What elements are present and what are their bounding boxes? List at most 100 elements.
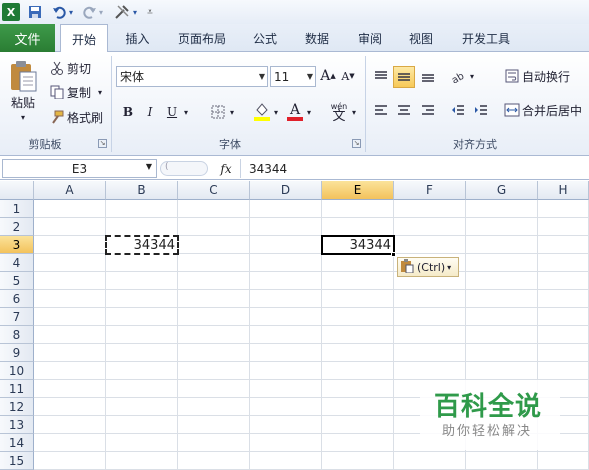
- shrink-font-button[interactable]: A ▼: [340, 66, 356, 86]
- cell-e15[interactable]: [322, 452, 394, 470]
- paste-options-button[interactable]: (Ctrl) ▾: [397, 257, 459, 277]
- font-size-combo[interactable]: 11 ▼: [270, 66, 316, 87]
- row-header-6[interactable]: 6: [0, 290, 34, 308]
- increase-indent-icon[interactable]: [471, 100, 491, 120]
- fill-dropdown-icon[interactable]: ▾: [272, 106, 280, 118]
- cell-a7[interactable]: [34, 308, 106, 326]
- tab-file[interactable]: 文件: [0, 24, 55, 52]
- cell-h5[interactable]: [538, 272, 589, 290]
- cell-d5[interactable]: [250, 272, 322, 290]
- cell-a6[interactable]: [34, 290, 106, 308]
- font-name-combo[interactable]: 宋体 ▼: [116, 66, 268, 87]
- cell-h4[interactable]: [538, 254, 589, 272]
- cell-d15[interactable]: [250, 452, 322, 470]
- cut-button[interactable]: 剪切: [67, 61, 95, 76]
- underline-button[interactable]: U: [163, 102, 181, 122]
- copy-dropdown-icon[interactable]: ▾: [96, 87, 104, 97]
- orientation-icon[interactable]: ab: [448, 66, 468, 86]
- row-header-9[interactable]: 9: [0, 344, 34, 362]
- align-top-icon[interactable]: [371, 66, 391, 86]
- cell-e10[interactable]: [322, 362, 394, 380]
- row-header-5[interactable]: 5: [0, 272, 34, 290]
- cell-d4[interactable]: [250, 254, 322, 272]
- customize-icon[interactable]: ⩡: [141, 3, 159, 21]
- column-header-g[interactable]: G: [466, 181, 538, 200]
- cell-a15[interactable]: [34, 452, 106, 470]
- tools-icon[interactable]: [113, 3, 131, 21]
- cell-d11[interactable]: [250, 380, 322, 398]
- cell-b5[interactable]: [106, 272, 178, 290]
- cell-a10[interactable]: [34, 362, 106, 380]
- tab-view[interactable]: 视图: [400, 24, 442, 52]
- cell-c3[interactable]: [178, 236, 250, 254]
- tab-insert[interactable]: 插入: [115, 24, 160, 52]
- cell-e5[interactable]: [322, 272, 394, 290]
- cell-b6[interactable]: [106, 290, 178, 308]
- cell-a1[interactable]: [34, 200, 106, 218]
- column-header-f[interactable]: F: [394, 181, 466, 200]
- row-header-7[interactable]: 7: [0, 308, 34, 326]
- decrease-indent-icon[interactable]: [448, 100, 468, 120]
- font-color-dropdown-icon[interactable]: ▾: [305, 106, 313, 118]
- chevron-down-icon[interactable]: ▾: [447, 263, 451, 272]
- grow-font-button[interactable]: A ▲: [320, 66, 336, 86]
- cell-d12[interactable]: [250, 398, 322, 416]
- paste-button[interactable]: 粘贴: [6, 94, 40, 110]
- select-all-corner[interactable]: [0, 181, 34, 200]
- cell-d8[interactable]: [250, 326, 322, 344]
- row-header-3[interactable]: 3: [0, 236, 34, 254]
- row-header-13[interactable]: 13: [0, 416, 34, 434]
- bold-button[interactable]: B: [119, 102, 137, 122]
- align-right-icon[interactable]: [418, 100, 438, 120]
- cell-g10[interactable]: [466, 362, 538, 380]
- save-icon[interactable]: [26, 3, 44, 21]
- column-header-e[interactable]: E: [322, 181, 394, 200]
- cell-a4[interactable]: [34, 254, 106, 272]
- align-center-icon[interactable]: [394, 100, 414, 120]
- cell-g4[interactable]: [466, 254, 538, 272]
- column-header-d[interactable]: D: [250, 181, 322, 200]
- cell-g9[interactable]: [466, 344, 538, 362]
- redo-dropdown-icon[interactable]: ▾: [97, 3, 105, 21]
- cell-a11[interactable]: [34, 380, 106, 398]
- row-header-1[interactable]: 1: [0, 200, 34, 218]
- cell-e12[interactable]: [322, 398, 394, 416]
- phonetic-icon[interactable]: wén 文: [328, 100, 350, 124]
- cell-g1[interactable]: [466, 200, 538, 218]
- cell-b9[interactable]: [106, 344, 178, 362]
- cell-b14[interactable]: [106, 434, 178, 452]
- chevron-down-icon[interactable]: ▼: [259, 72, 265, 81]
- row-header-4[interactable]: 4: [0, 254, 34, 272]
- cell-e4[interactable]: [322, 254, 394, 272]
- border-dropdown-icon[interactable]: ▾: [228, 106, 236, 118]
- cell-f9[interactable]: [394, 344, 466, 362]
- merge-center-icon[interactable]: [504, 102, 520, 118]
- cell-a9[interactable]: [34, 344, 106, 362]
- border-icon[interactable]: [209, 102, 227, 122]
- row-header-11[interactable]: 11: [0, 380, 34, 398]
- tab-formulas[interactable]: 公式: [244, 24, 286, 52]
- cell-b12[interactable]: [106, 398, 178, 416]
- cell-a5[interactable]: [34, 272, 106, 290]
- clipboard-launcher-icon[interactable]: ↘: [98, 139, 107, 148]
- row-header-2[interactable]: 2: [0, 218, 34, 236]
- cell-a8[interactable]: [34, 326, 106, 344]
- cell-e7[interactable]: [322, 308, 394, 326]
- cell-c2[interactable]: [178, 218, 250, 236]
- column-header-h[interactable]: H: [538, 181, 589, 200]
- undo-dropdown-icon[interactable]: ▾: [67, 3, 75, 21]
- cell-a12[interactable]: [34, 398, 106, 416]
- cell-e6[interactable]: [322, 290, 394, 308]
- cell-c5[interactable]: [178, 272, 250, 290]
- tab-developer[interactable]: 开发工具: [452, 24, 520, 52]
- cell-d3[interactable]: [250, 236, 322, 254]
- cell-f8[interactable]: [394, 326, 466, 344]
- cell-c4[interactable]: [178, 254, 250, 272]
- copy-button[interactable]: 复制: [67, 85, 95, 100]
- cell-h1[interactable]: [538, 200, 589, 218]
- format-painter-icon[interactable]: [50, 110, 64, 124]
- cell-f3[interactable]: [394, 236, 466, 254]
- cell-h6[interactable]: [538, 290, 589, 308]
- font-color-icon[interactable]: A: [285, 100, 305, 122]
- cell-h8[interactable]: [538, 326, 589, 344]
